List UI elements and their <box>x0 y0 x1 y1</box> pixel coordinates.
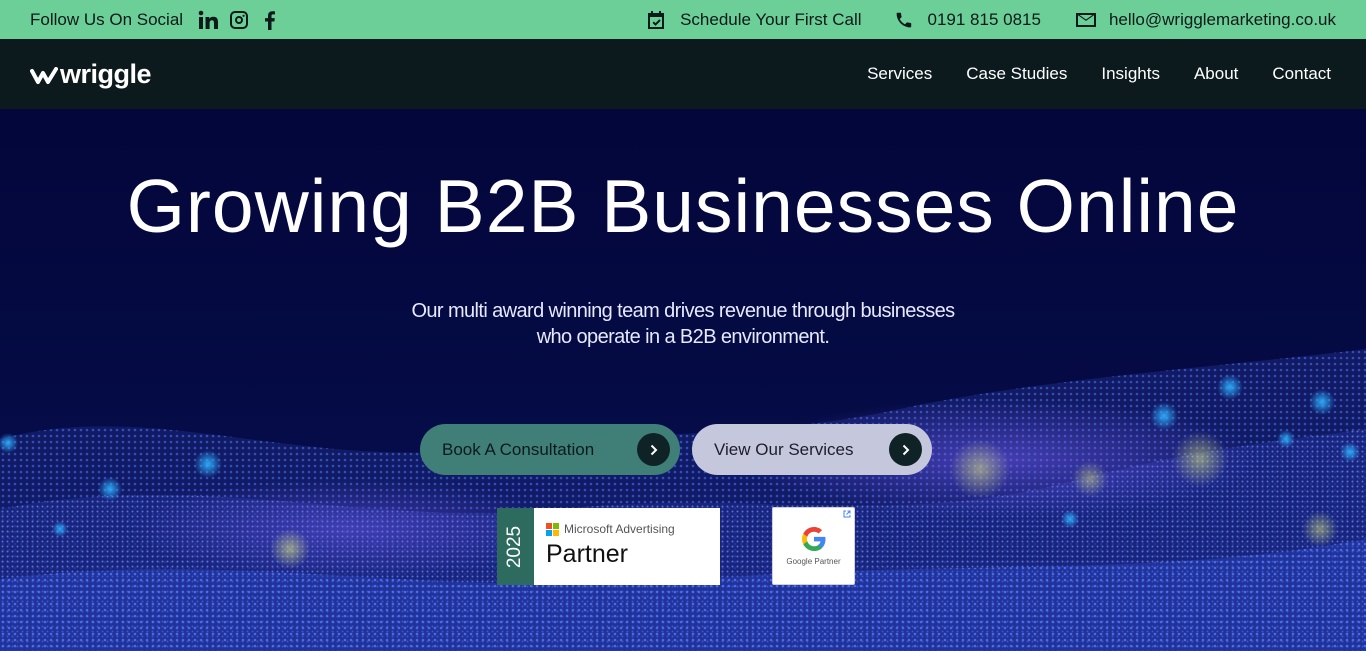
linkedin-icon[interactable] <box>197 9 219 31</box>
instagram-icon[interactable] <box>228 9 250 31</box>
chevron-right-icon <box>889 433 922 466</box>
hero-subtitle-line1: Our multi award winning team drives reve… <box>411 300 955 322</box>
book-consultation-button[interactable]: Book A Consultation <box>420 424 680 475</box>
nav-case-studies[interactable]: Case Studies <box>966 64 1067 84</box>
phone-number: 0191 815 0815 <box>927 9 1041 29</box>
hero-subtitle-line2: who operate in a B2B environment. <box>536 326 830 348</box>
chevron-right-icon <box>637 433 670 466</box>
email-link[interactable]: hello@wrigglemarketing.co.uk <box>1075 10 1336 30</box>
schedule-label: Schedule Your First Call <box>680 9 862 29</box>
view-services-label: View Our Services <box>714 439 854 459</box>
microsoft-advertising-partner-badge[interactable]: 2025 Microsoft Advertising Partner <box>497 508 720 585</box>
ms-brand-label: Microsoft Advertising <box>564 522 675 536</box>
main-nav: Services Case Studies Insights About Con… <box>833 64 1331 84</box>
google-logo-icon <box>801 527 825 551</box>
badge-year: 2025 <box>497 508 534 585</box>
follow-label: Follow Us On Social <box>30 9 184 29</box>
hero-subtitle: Our multi award winning team drives reve… <box>383 298 983 350</box>
microsoft-logo-icon <box>546 522 559 536</box>
ms-partner-label: Partner <box>546 540 628 568</box>
external-link-icon <box>843 510 851 518</box>
nav-insights[interactable]: Insights <box>1101 64 1160 84</box>
hero-section: Growing B2B Businesses Online Our multi … <box>0 109 1366 651</box>
envelope-icon <box>1075 12 1096 27</box>
hero-heading: Growing B2B Businesses Online <box>126 164 1240 248</box>
logo-text: wriggle <box>60 58 152 89</box>
google-partner-badge[interactable]: Google Partner <box>772 507 855 585</box>
top-social-bar: Follow Us On Social Schedule Your First … <box>0 0 1366 39</box>
nav-about[interactable]: About <box>1194 64 1238 84</box>
contact-group: Schedule Your First Call 0191 815 0815 h… <box>612 10 1336 30</box>
calendar-check-icon <box>648 10 665 29</box>
nav-contact[interactable]: Contact <box>1272 64 1331 84</box>
social-group: Follow Us On Social <box>30 9 290 31</box>
view-services-button[interactable]: View Our Services <box>692 424 932 475</box>
google-partner-label: Google Partner <box>786 557 841 566</box>
facebook-icon[interactable] <box>259 9 281 31</box>
wriggle-logo[interactable]: wriggle <box>30 58 152 90</box>
email-address: hello@wrigglemarketing.co.uk <box>1108 9 1336 29</box>
main-header: wriggle Services Case Studies Insights A… <box>0 39 1366 109</box>
nav-services[interactable]: Services <box>867 64 932 84</box>
wriggle-logo-mark-icon <box>30 67 58 84</box>
book-consultation-label: Book A Consultation <box>442 439 595 459</box>
phone-icon <box>896 12 911 27</box>
phone-link[interactable]: 0191 815 0815 <box>896 10 1041 30</box>
schedule-call-link[interactable]: Schedule Your First Call <box>646 9 862 30</box>
